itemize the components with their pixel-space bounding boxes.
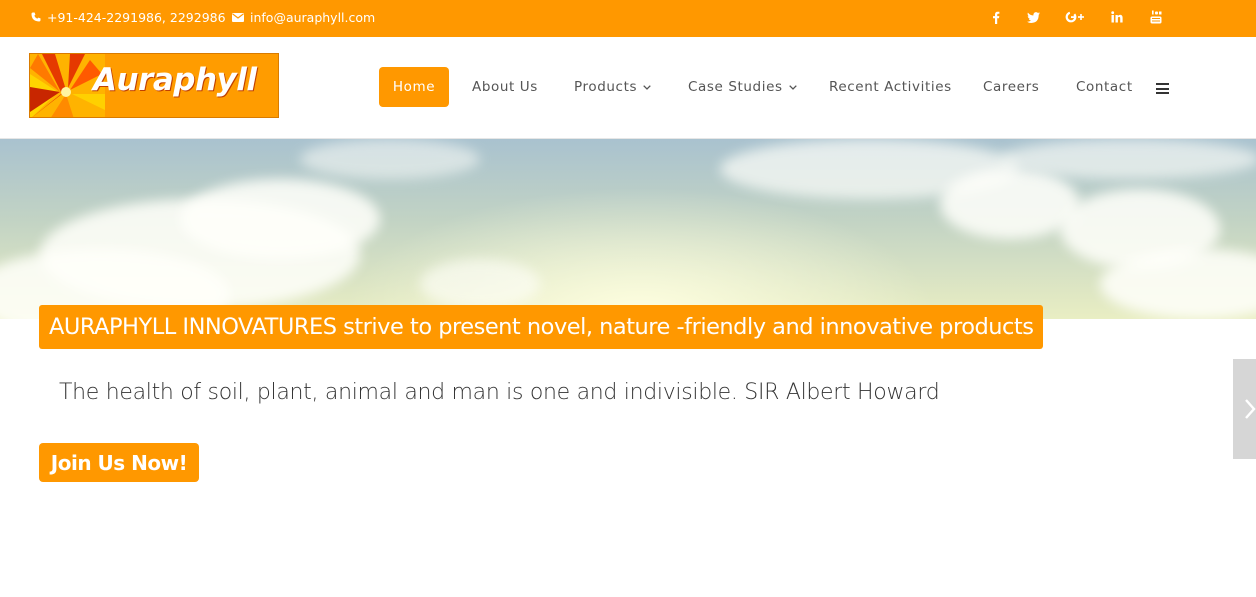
nav-recent-activities[interactable]: Recent Activities: [829, 67, 952, 107]
hero-quote: The health of soil, plant, animal and ma…: [59, 380, 940, 405]
nav-products-label: Products: [574, 79, 638, 95]
site-header: Auraphyll Home About Us Products Case St…: [0, 37, 1256, 139]
nav-contact[interactable]: Contact: [1076, 67, 1133, 107]
chevron-right-icon: [1245, 399, 1256, 419]
nav-about-us-label: About Us: [472, 79, 538, 95]
nav-case-studies[interactable]: Case Studies: [688, 67, 797, 107]
facebook-icon[interactable]: [985, 6, 1007, 28]
nav-home[interactable]: Home: [379, 67, 449, 107]
youtube-icon[interactable]: [1145, 6, 1167, 28]
chevron-down-icon: [788, 84, 797, 90]
linkedin-icon[interactable]: [1106, 6, 1128, 28]
nav-careers-label: Careers: [983, 79, 1040, 95]
chevron-down-icon: [643, 84, 651, 90]
nav-about-us[interactable]: About Us: [472, 67, 538, 107]
phone-number: +91-424-2291986, 2292986: [47, 9, 226, 25]
nav-case-studies-label: Case Studies: [688, 79, 783, 95]
email-contact[interactable]: info@auraphyll.com: [232, 0, 375, 34]
twitter-icon[interactable]: [1022, 6, 1044, 28]
google-plus-icon[interactable]: [1064, 6, 1086, 28]
nav-products[interactable]: Products: [574, 67, 651, 107]
join-us-button[interactable]: Join Us Now!: [39, 443, 199, 482]
nav-contact-label: Contact: [1076, 79, 1133, 95]
nav-recent-activities-label: Recent Activities: [829, 79, 952, 95]
hamburger-menu-icon[interactable]: [1156, 83, 1169, 94]
hero-banner-image: [0, 139, 1256, 319]
page: +91-424-2291986, 2292986 info@auraphyll.…: [0, 0, 1256, 597]
auraphyll-logo[interactable]: Auraphyll: [29, 53, 279, 118]
phone-icon: [31, 12, 41, 22]
email-address: info@auraphyll.com: [250, 9, 376, 25]
envelope-icon: [232, 12, 244, 22]
slider-next-arrow[interactable]: [1233, 359, 1256, 459]
top-bar: +91-424-2291986, 2292986 info@auraphyll.…: [0, 0, 1256, 37]
nav-careers[interactable]: Careers: [983, 67, 1039, 107]
nav-home-label: Home: [392, 79, 436, 95]
hero-headline: AURAPHYLL INNOVATURES strive to present …: [39, 305, 1044, 349]
phone-contact[interactable]: +91-424-2291986, 2292986: [31, 0, 226, 34]
logo-text: Auraphyll: [93, 62, 257, 98]
